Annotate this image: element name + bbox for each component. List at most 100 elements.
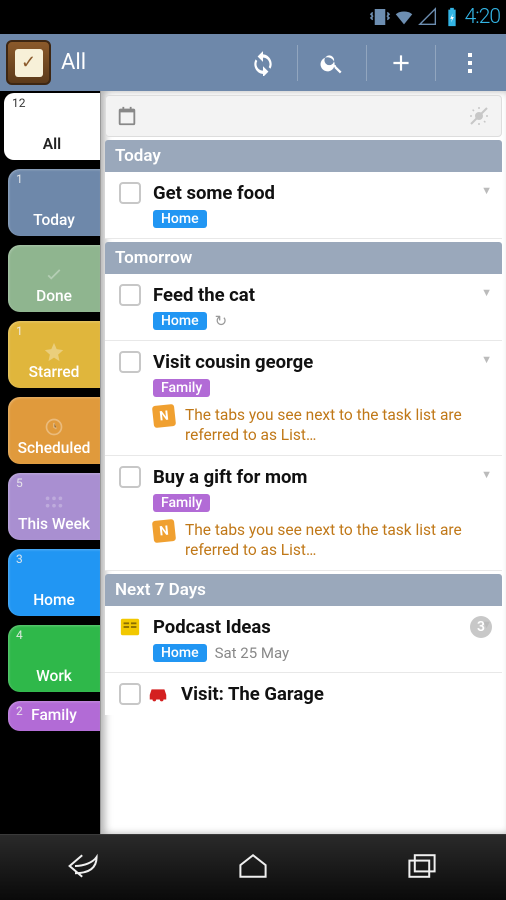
divider (297, 45, 298, 81)
task-item[interactable]: Feed the cat ▼ Home ↻ (105, 274, 502, 341)
home-button[interactable] (235, 850, 271, 886)
sidebar-tab-today[interactable]: 1 Today (8, 169, 100, 236)
tab-count: 3 (16, 553, 100, 566)
battery-icon (441, 6, 463, 28)
chevron-down-icon[interactable]: ▼ (481, 184, 492, 197)
task-title: Visit: The Garage (181, 683, 492, 705)
action-bar: ✓ All (0, 34, 506, 91)
search-button[interactable] (302, 34, 362, 91)
note-text: The tabs you see next to the task list a… (185, 405, 492, 445)
sidebar-tab-all[interactable]: 12 All (4, 93, 100, 160)
tab-count: 1 (16, 325, 100, 338)
tab-label: All (4, 135, 100, 153)
chevron-down-icon[interactable]: ▼ (481, 618, 492, 631)
week-icon (8, 493, 100, 511)
task-date: Sat 25 May (215, 644, 290, 662)
sidebar-tab-work[interactable]: 4 Work (8, 625, 100, 692)
task-item[interactable]: Podcast Ideas 3 ▼ Home Sat 25 May (105, 606, 502, 673)
plus-icon (388, 50, 414, 76)
section-header-today: Today (105, 140, 502, 172)
tab-count: 1 (16, 173, 100, 186)
divider (366, 45, 367, 81)
tab-count: 5 (16, 477, 100, 490)
back-icon (66, 850, 102, 882)
brightness-off-icon (467, 104, 491, 128)
chevron-down-icon[interactable]: ▼ (481, 468, 492, 481)
task-item[interactable]: Get some food ▼ Home (105, 172, 502, 239)
task-title: Feed the cat (153, 284, 492, 306)
recent-apps-button[interactable] (404, 850, 440, 886)
sidebar-tab-home[interactable]: 3 Home (8, 549, 100, 616)
task-title: Visit cousin george (153, 351, 492, 373)
tab-label: Starred (8, 363, 100, 381)
app-icon-check: ✓ (15, 49, 43, 77)
task-title: Get some food (153, 182, 492, 204)
sync-icon (250, 50, 276, 76)
sidebar-tab-starred[interactable]: 1 Starred (8, 321, 100, 388)
tag-home[interactable]: Home (153, 312, 207, 330)
checkbox[interactable] (119, 351, 141, 373)
action-bar-title: All (61, 50, 86, 75)
task-item[interactable]: Visit: The Garage (105, 673, 502, 715)
tab-count: 4 (16, 629, 100, 642)
chevron-down-icon[interactable]: ▼ (481, 353, 492, 366)
task-title: Buy a gift for mom (153, 466, 492, 488)
clock-icon (8, 417, 100, 437)
calendar-icon (116, 105, 138, 127)
divider (435, 45, 436, 81)
tag-family[interactable]: Family (153, 494, 210, 512)
tab-label: Home (8, 591, 100, 609)
back-button[interactable] (66, 850, 102, 886)
note-icon: N (152, 404, 176, 428)
app-icon[interactable]: ✓ (6, 40, 51, 85)
note-icon: N (152, 519, 176, 543)
task-item[interactable]: Buy a gift for mom ▼ Family N The tabs y… (105, 456, 502, 571)
tab-label: This Week (8, 515, 100, 533)
wifi-icon (393, 6, 415, 28)
checkbox[interactable] (119, 182, 141, 204)
section-header-next7: Next 7 Days (105, 574, 502, 606)
task-title: Podcast Ideas (153, 616, 458, 638)
tab-label: Work (8, 667, 100, 685)
search-icon (319, 50, 345, 76)
sidebar-tab-scheduled[interactable]: Scheduled (8, 397, 100, 464)
tab-label: Done (8, 287, 100, 305)
home-icon (235, 850, 271, 882)
vibrate-icon (369, 6, 391, 28)
task-list-area: Today Get some food ▼ Home Tomorrow Feed… (100, 91, 506, 834)
list-icon (119, 616, 141, 638)
tab-label: Family (8, 706, 100, 724)
checkbox[interactable] (119, 284, 141, 306)
android-nav-bar (0, 834, 506, 900)
tab-label: Today (8, 211, 100, 229)
sidebar: 12 All 1 Today Done 1 Starred Scheduled 5 This We… (0, 91, 100, 834)
tab-count: 12 (12, 97, 100, 110)
repeat-icon: ↻ (215, 312, 228, 330)
add-button[interactable] (371, 34, 431, 91)
android-status-bar: 4:20 (0, 0, 506, 34)
main-area: 12 All 1 Today Done 1 Starred Scheduled 5 This We… (0, 91, 506, 834)
clock-text: 4:20 (465, 5, 500, 29)
overflow-icon (467, 51, 473, 75)
recent-icon (404, 850, 440, 882)
chevron-down-icon[interactable]: ▼ (481, 286, 492, 299)
star-icon (8, 341, 100, 363)
tag-family[interactable]: Family (153, 379, 210, 397)
note-text: The tabs you see next to the task list a… (185, 520, 492, 560)
sidebar-tab-thisweek[interactable]: 5 This Week (8, 473, 100, 540)
car-icon (147, 683, 169, 705)
signal-icon (417, 6, 439, 28)
sidebar-tab-done[interactable]: Done (8, 245, 100, 312)
sync-button[interactable] (233, 34, 293, 91)
tag-home[interactable]: Home (153, 644, 207, 662)
date-filter-bar[interactable] (105, 95, 502, 137)
checkbox[interactable] (119, 466, 141, 488)
tag-home[interactable]: Home (153, 210, 207, 228)
tab-label: Scheduled (8, 439, 100, 457)
task-item[interactable]: Visit cousin george ▼ Family N The tabs … (105, 341, 502, 456)
checkbox[interactable] (119, 683, 141, 705)
section-header-tomorrow: Tomorrow (105, 242, 502, 274)
check-icon (8, 265, 100, 287)
sidebar-tab-family[interactable]: 2Family (8, 701, 100, 731)
overflow-menu-button[interactable] (440, 34, 500, 91)
